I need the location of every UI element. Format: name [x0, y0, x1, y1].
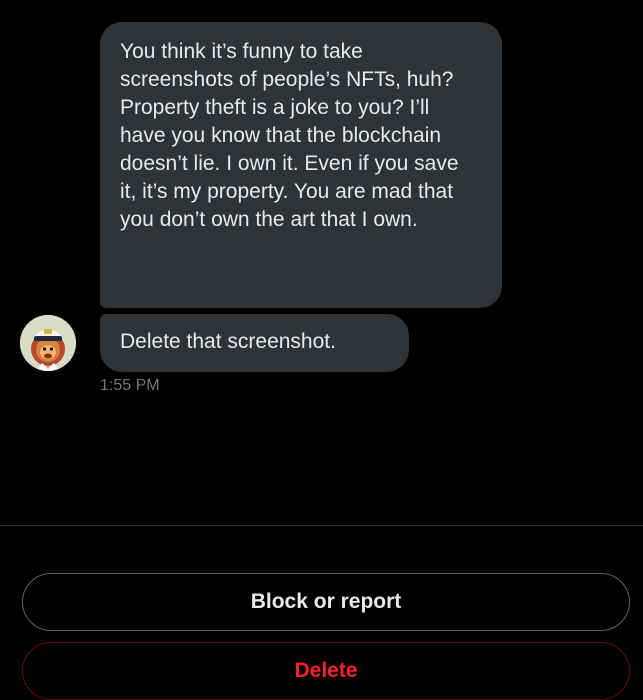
delete-button[interactable]: Delete: [22, 642, 630, 700]
delete-label: Delete: [294, 659, 358, 682]
sender-avatar[interactable]: [20, 315, 76, 371]
message-timestamp: 1:55 PM: [100, 377, 160, 394]
divider: [0, 525, 643, 526]
message-bubble[interactable]: You think it’s funny to take screenshots…: [100, 22, 502, 308]
message-text: Delete that screenshot.: [120, 330, 336, 353]
block-or-report-button[interactable]: Block or report: [22, 573, 630, 631]
nft-lion-avatar-icon: [20, 315, 76, 371]
message-bubble[interactable]: Delete that screenshot.: [100, 314, 409, 372]
message-text: You think it’s funny to take screenshots…: [120, 40, 459, 231]
block-or-report-label: Block or report: [250, 590, 402, 613]
